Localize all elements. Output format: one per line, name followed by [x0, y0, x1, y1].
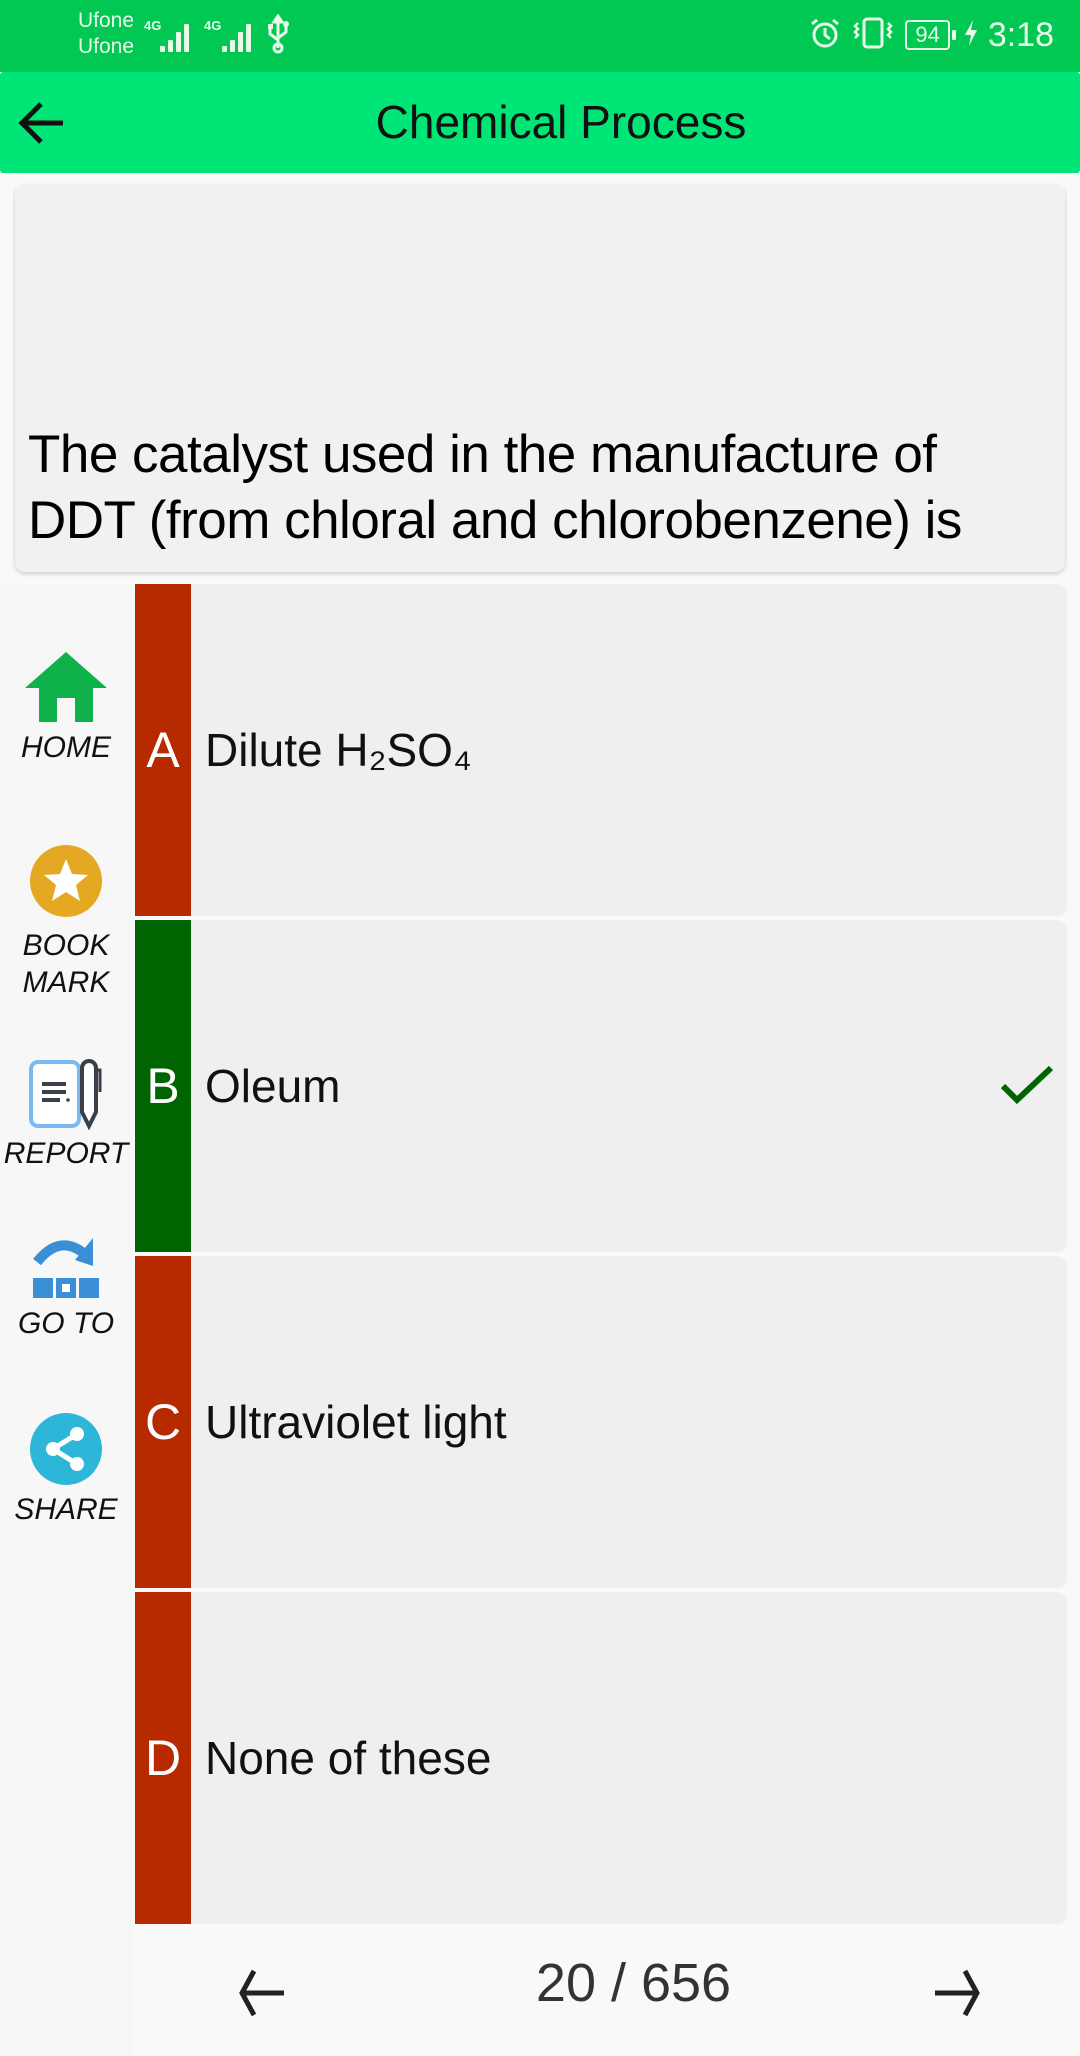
charging-icon: [964, 19, 978, 51]
question-card: The catalyst used in the manufacture of …: [15, 184, 1065, 572]
star-icon: [30, 845, 102, 917]
alarm-icon: [809, 17, 841, 54]
option-letter: A: [135, 584, 191, 916]
option-letter: B: [135, 920, 191, 1252]
report-icon: [29, 1059, 102, 1131]
carrier-names: Ufone Ufone: [78, 8, 134, 60]
sidebar-label-share: SHARE: [14, 1493, 118, 1526]
sidebar: HOME BOOK MARK REPORT GO TO SHARE: [0, 584, 132, 2056]
clock: 3:18: [987, 15, 1054, 54]
option-text: None of these: [205, 1732, 492, 1784]
pager: 20 / 656: [135, 1928, 1080, 2056]
vibrate-icon: [851, 17, 895, 54]
sidebar-item-report[interactable]: REPORT: [0, 1058, 132, 1172]
option-c[interactable]: C Ultraviolet light: [135, 1256, 1067, 1588]
sidebar-label-bookmark-1: BOOK: [22, 929, 110, 962]
app-bar: Chemical Process: [0, 72, 1080, 173]
goto-icon: [33, 1238, 99, 1298]
option-letter: C: [135, 1256, 191, 1588]
sidebar-item-bookmark[interactable]: BOOK MARK: [0, 844, 132, 1001]
sidebar-label-home: HOME: [21, 731, 111, 764]
sidebar-label-report: REPORT: [3, 1137, 129, 1170]
arrow-left-icon: [18, 102, 63, 144]
next-button[interactable]: [922, 1958, 992, 2028]
network-type-2: 4G: [204, 18, 222, 33]
sidebar-item-home[interactable]: HOME: [0, 652, 132, 766]
option-text: Ultraviolet light: [205, 1396, 507, 1448]
option-text: Dilute H₂SO₄: [205, 724, 472, 776]
carrier-2: Ufone: [78, 35, 135, 58]
home-icon: [25, 652, 107, 722]
battery-icon: 94: [905, 20, 957, 50]
option-text: Oleum: [205, 1060, 341, 1112]
sidebar-label-bookmark-2: MARK: [22, 966, 110, 999]
question-text: The catalyst used in the manufacture of …: [28, 425, 962, 550]
option-b[interactable]: B Oleum: [135, 920, 1067, 1252]
network-type-1: 4G: [144, 18, 162, 33]
option-d[interactable]: D None of these: [135, 1592, 1067, 1924]
back-button[interactable]: [14, 96, 70, 150]
sidebar-label-goto: GO TO: [17, 1307, 115, 1340]
arrow-right-icon: [935, 1969, 980, 2017]
carrier-1: Ufone: [78, 9, 135, 32]
option-letter: D: [135, 1592, 191, 1924]
correct-check-icon: [999, 920, 1055, 1252]
sidebar-item-goto[interactable]: GO TO: [0, 1238, 132, 1342]
share-icon: [30, 1413, 102, 1485]
option-a[interactable]: A Dilute H₂SO₄: [135, 584, 1067, 916]
sidebar-item-share[interactable]: SHARE: [0, 1412, 132, 1528]
status-bar: Ufone Ufone 4G 4G 94 3:18: [0, 0, 1080, 72]
usb-icon: [266, 13, 290, 59]
page-title: Chemical Process: [375, 96, 747, 148]
